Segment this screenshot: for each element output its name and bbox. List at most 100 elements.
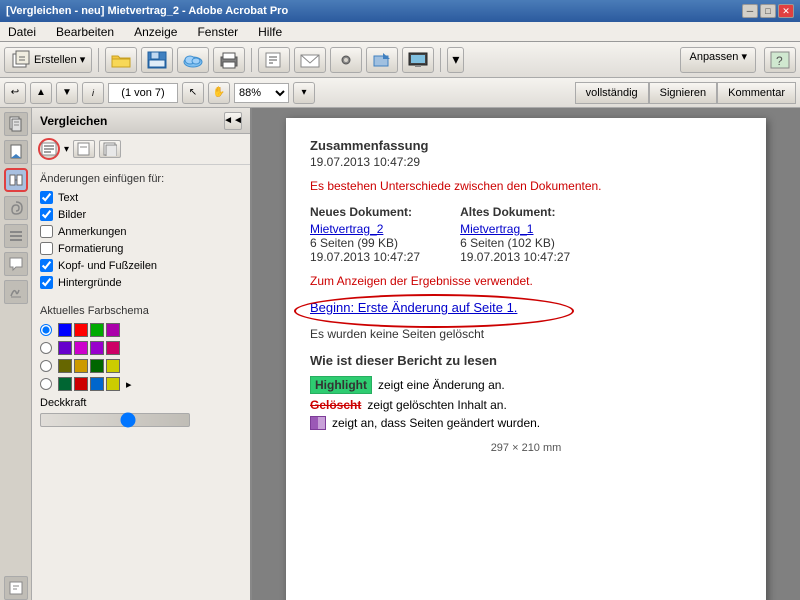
open-button[interactable]	[105, 47, 137, 73]
checkbox-kopf[interactable]	[40, 259, 53, 272]
signieren-button[interactable]: Signieren	[649, 82, 717, 104]
sidebar-layers-icon[interactable]	[4, 224, 28, 248]
sidebar-extra-icon[interactable]	[4, 576, 28, 600]
nav-info-button[interactable]: i	[82, 82, 104, 104]
checkbox-kopf-row: Kopf- und Fußzeilen	[40, 259, 242, 272]
nav-back-button[interactable]: ↩	[4, 82, 26, 104]
extra-button[interactable]: ▾	[447, 47, 464, 73]
save-button[interactable]	[141, 47, 173, 73]
sidebar-bookmarks-icon[interactable]	[4, 140, 28, 164]
sidebar-compare-icon[interactable]	[4, 168, 28, 192]
checkbox-anmerkungen-label: Anmerkungen	[58, 226, 127, 238]
panel-doc1-button[interactable]	[73, 140, 95, 158]
menu-fenster[interactable]: Fenster	[193, 24, 242, 40]
color-radio-4[interactable]	[40, 378, 52, 390]
doc-zusammenfassung: Zusammenfassung	[310, 138, 742, 153]
doc-altes-label: Altes Dokument:	[460, 205, 570, 219]
color-box-4-4	[106, 377, 120, 391]
menu-anzeige[interactable]: Anzeige	[130, 24, 181, 40]
cloud-button[interactable]	[177, 47, 209, 73]
checkbox-kopf-label: Kopf- und Fußzeilen	[58, 260, 157, 272]
panel-collapse-button[interactable]: ◄◄	[224, 112, 242, 130]
title-bar: [Vergleichen - neu] Mietvertrag_2 - Adob…	[0, 0, 800, 22]
color-box-3-2	[74, 359, 88, 373]
panel-doc2-button[interactable]	[99, 140, 121, 158]
panel-arrow-icon: ▾	[64, 144, 69, 155]
maximize-button[interactable]: □	[760, 4, 776, 18]
doc-altes-info1: 6 Seiten (102 KB)	[460, 236, 570, 250]
doc-altes-link[interactable]: Mietvertrag_1	[460, 222, 533, 236]
seiten-desc: zeigt an, dass Seiten geändert wurden.	[332, 416, 540, 430]
color-radio-3[interactable]	[40, 360, 52, 372]
color-box-4-1	[58, 377, 72, 391]
deleted-sample: Gelöscht	[310, 398, 361, 412]
checkbox-bilder[interactable]	[40, 208, 53, 221]
doc-how-title: Wie ist dieser Bericht zu lesen	[310, 353, 742, 368]
checkbox-formatierung[interactable]	[40, 242, 53, 255]
folder-icon	[110, 50, 132, 70]
sidebar-attachments-icon[interactable]	[4, 196, 28, 220]
änderungen-label: Änderungen einfügen für:	[40, 173, 242, 185]
document-page: Zusammenfassung 19.07.2013 10:47:29 Es b…	[286, 118, 766, 600]
close-button[interactable]: ✕	[778, 4, 794, 18]
toolbar-separator-3	[440, 48, 441, 72]
color-radio-1[interactable]	[40, 324, 52, 336]
select-tool-button[interactable]: ↖	[182, 82, 204, 104]
settings-button[interactable]	[330, 47, 362, 73]
doc-begin-link[interactable]: Beginn: Erste Änderung auf Seite 1.	[310, 300, 517, 315]
checkbox-hintergrunde[interactable]	[40, 276, 53, 289]
gear-icon	[335, 50, 357, 70]
doc-unterschiede: Es bestehen Unterschiede zwischen den Do…	[310, 179, 742, 193]
doc-neues-info1: 6 Seiten (99 KB)	[310, 236, 420, 250]
doc-page-size: 297 × 210 mm	[310, 442, 742, 454]
color-box-3-1	[58, 359, 72, 373]
color-box-1-1	[58, 323, 72, 337]
checkbox-text[interactable]	[40, 191, 53, 204]
color-swatch-2	[58, 341, 120, 355]
checkbox-anmerkungen[interactable]	[40, 225, 53, 238]
toolbar-separator-1	[98, 48, 99, 72]
hand-tool-button[interactable]: ✋	[208, 82, 230, 104]
compare-panel: Vergleichen ◄◄ ▾	[32, 108, 252, 600]
minimize-button[interactable]: ─	[742, 4, 758, 18]
doc-neues-link[interactable]: Mietvertrag_2	[310, 222, 383, 236]
zoom-select[interactable]: 88% 100% 75%	[234, 83, 289, 103]
doc-datum: 19.07.2013 10:47:29	[310, 155, 742, 169]
share-button[interactable]	[366, 47, 398, 73]
color-radio-2[interactable]	[40, 342, 52, 354]
monitor-button[interactable]	[402, 47, 434, 73]
nav-up-button[interactable]: ▲	[30, 82, 52, 104]
menu-datei[interactable]: Datei	[4, 24, 40, 40]
kommentar-button[interactable]: Kommentar	[717, 82, 796, 104]
edit-button[interactable]	[258, 47, 290, 73]
save-icon	[146, 50, 168, 70]
zoom-dropdown-button[interactable]: ▾	[293, 82, 315, 104]
sidebar-comments-icon[interactable]	[4, 252, 28, 276]
menu-bearbeiten[interactable]: Bearbeiten	[52, 24, 118, 40]
anpassen-button[interactable]: Anpassen ▾	[680, 47, 756, 73]
nav-down-button[interactable]: ▼	[56, 82, 78, 104]
print-button[interactable]	[213, 47, 245, 73]
main-area: Vergleichen ◄◄ ▾	[0, 108, 800, 600]
opacity-slider[interactable]	[40, 413, 190, 427]
color-swatch-3	[58, 359, 120, 373]
sidebar-signatures-icon[interactable]	[4, 280, 28, 304]
erstellen-button[interactable]: Erstellen ▾	[4, 47, 92, 73]
nav-bar: ↩ ▲ ▼ i ↖ ✋ 88% 100% 75% ▾ vollständig S…	[0, 78, 800, 108]
panel-list-button[interactable]	[38, 138, 60, 160]
document-area[interactable]: Zusammenfassung 19.07.2013 10:47:29 Es b…	[252, 108, 800, 600]
vollstandig-button[interactable]: vollständig	[575, 82, 649, 104]
help-button[interactable]: ?	[764, 47, 796, 73]
doc-altes-info2: 19.07.2013 10:47:27	[460, 250, 570, 264]
color-box-1-4	[106, 323, 120, 337]
page-input[interactable]	[108, 83, 178, 103]
color-box-3-4	[106, 359, 120, 373]
share-icon	[371, 50, 393, 70]
deckkraft-label: Deckkraft	[40, 397, 242, 409]
email-button[interactable]	[294, 47, 326, 73]
panel-toolbar: ▾	[32, 134, 250, 165]
menu-hilfe[interactable]: Hilfe	[254, 24, 286, 40]
doc-geloscht-row: Gelöscht zeigt gelöschten Inhalt an.	[310, 398, 742, 412]
sidebar-pages-icon[interactable]	[4, 112, 28, 136]
doc-neues-info2: 19.07.2013 10:47:27	[310, 250, 420, 264]
